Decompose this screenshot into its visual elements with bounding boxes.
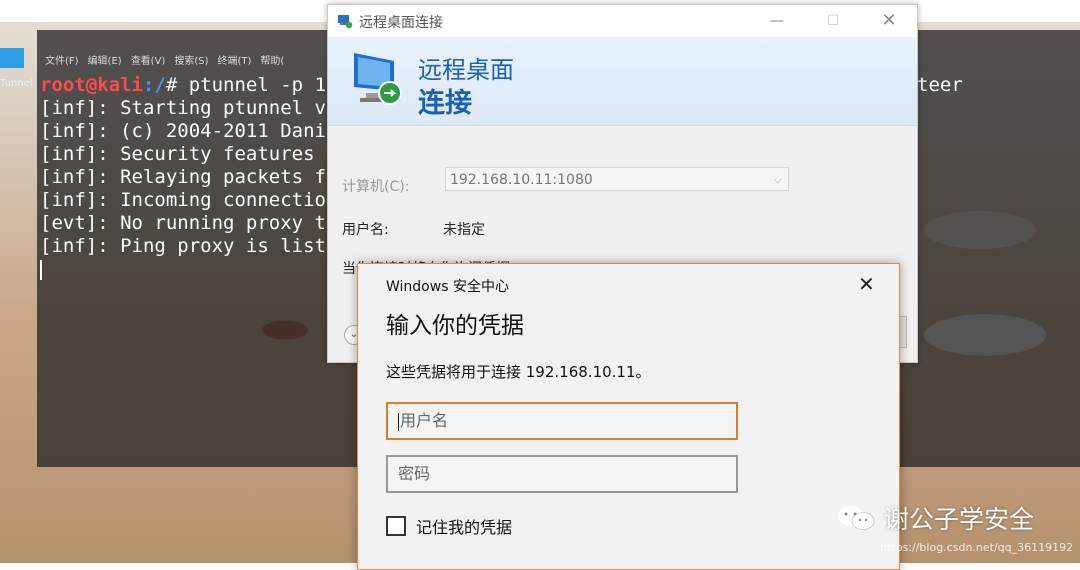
- security-dialog[interactable]: Windows 安全中心 ✕ 输入你的凭据 这些凭据将用于连接 192.168.…: [357, 263, 900, 570]
- close-button[interactable]: ✕: [866, 5, 912, 37]
- username-label: 用户名:: [342, 222, 389, 238]
- computer-label: 计算机(C):: [342, 179, 410, 195]
- menu-terminal[interactable]: 终端(T): [218, 52, 252, 72]
- wechat-icon: [838, 506, 875, 530]
- desktop-icon-label: Tunnel: [0, 78, 33, 89]
- prompt-symbol: #: [165, 74, 189, 96]
- password-placeholder: 密码: [398, 464, 431, 483]
- username-placeholder: 用户名: [400, 411, 449, 430]
- watermark-name: 谢公子学安全: [884, 505, 1035, 534]
- computer-select[interactable]: 192.168.10.11:1080 ⌵: [445, 167, 789, 191]
- username-value: 未指定: [443, 222, 485, 238]
- text-caret: [398, 412, 399, 431]
- security-dialog-title: Windows 安全中心: [386, 279, 509, 295]
- command-tail: teer: [917, 74, 963, 96]
- close-icon[interactable]: ✕: [858, 272, 875, 296]
- remember-label: 记住我的凭据: [416, 518, 513, 537]
- remote-desktop-icon: [338, 15, 353, 29]
- menu-edit[interactable]: 编辑(E): [88, 52, 122, 72]
- terminal-line: [inf]: Security features b: [40, 143, 338, 165]
- prompt-user: root@kali: [40, 74, 143, 96]
- maximize-button[interactable]: ☐: [810, 5, 856, 37]
- terminal-output: root@kali:/# ptunnel -p 19 [inf]: Starti…: [40, 74, 337, 281]
- menu-help[interactable]: 帮助(: [260, 52, 284, 72]
- prompt-command: ptunnel -p 19: [188, 74, 338, 96]
- terminal-menubar: 文件(F) 编辑(E) 查看(V) 搜索(S) 终端(T) 帮助(: [37, 52, 284, 72]
- chevron-down-icon[interactable]: ⌵: [774, 168, 782, 192]
- computer-value: 192.168.10.11:1080: [450, 172, 593, 188]
- rdp-heading-line2: 连接: [418, 88, 472, 119]
- menu-view[interactable]: 查看(V): [131, 52, 166, 72]
- connect-button[interactable]: [899, 316, 907, 348]
- terminal-line: [inf]: Incoming connection: [40, 189, 338, 211]
- terminal-cursor: [40, 259, 42, 280]
- remember-credentials[interactable]: 记住我的凭据: [386, 514, 512, 538]
- rdp-window-title: 远程桌面连接: [359, 15, 443, 31]
- rdp-heading-line1: 远程桌面: [418, 56, 514, 84]
- remote-desktop-logo-icon: [354, 53, 402, 105]
- prompt-path: :/: [142, 74, 166, 96]
- watermark-url: https://blog.csdn.net/qq_36119192: [880, 541, 1074, 554]
- security-description: 这些凭据将用于连接 192.168.10.11。: [386, 363, 651, 381]
- security-heading: 输入你的凭据: [386, 313, 524, 339]
- terminal-line: [inf]: Relaying packets fr: [40, 166, 338, 188]
- rdp-banner: 远程桌面 连接: [328, 37, 917, 126]
- watermark: 谢公子学安全: [836, 500, 1034, 536]
- terminal-line: [evt]: No running proxy th: [40, 212, 338, 234]
- minimize-button[interactable]: —: [754, 5, 800, 37]
- terminal-line: [inf]: Ping proxy is liste: [40, 235, 338, 257]
- folder-icon[interactable]: [0, 48, 24, 68]
- password-input[interactable]: 密码: [386, 455, 738, 493]
- menu-search[interactable]: 搜索(S): [174, 52, 208, 72]
- rdp-titlebar[interactable]: 远程桌面连接 — ☐ ✕: [328, 5, 917, 37]
- username-input[interactable]: 用户名: [386, 402, 738, 440]
- menu-file[interactable]: 文件(F): [45, 52, 79, 72]
- terminal-line: [inf]: Starting ptunnel v: [40, 97, 326, 119]
- terminal-line: [inf]: (c) 2004-2011 Danie: [40, 120, 338, 142]
- remember-checkbox[interactable]: [386, 516, 406, 536]
